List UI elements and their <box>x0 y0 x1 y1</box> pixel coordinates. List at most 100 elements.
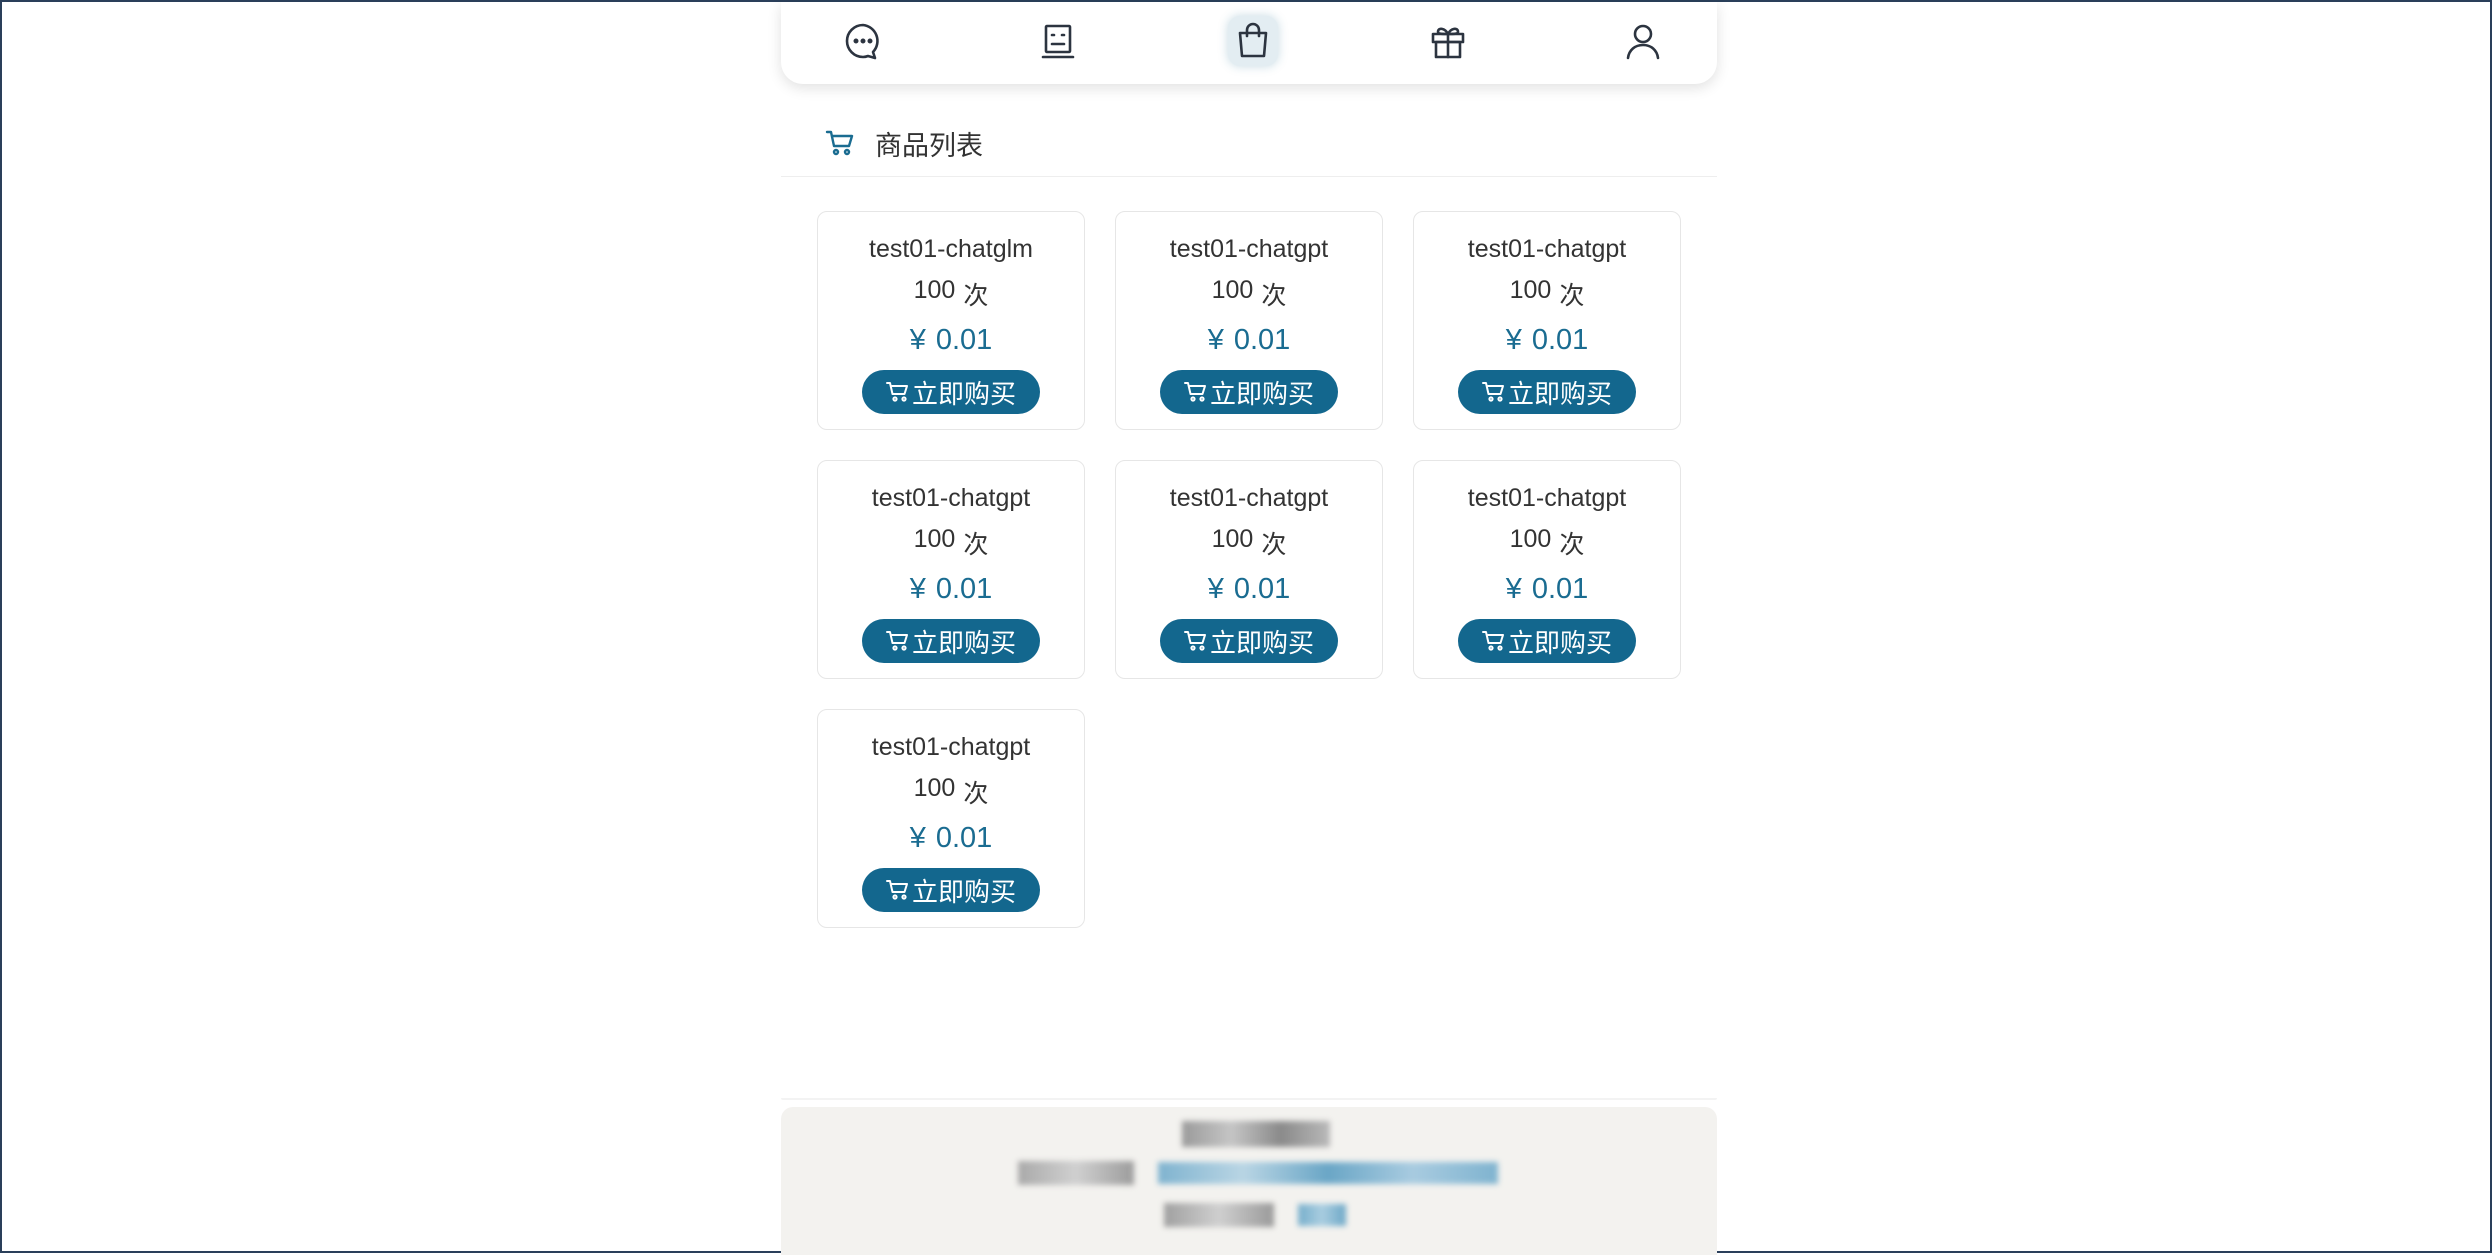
product-card: test01-chatgpt 100 次 ¥0.01 立即购买 <box>1115 211 1383 430</box>
currency-symbol: ¥ <box>1505 324 1522 356</box>
product-count: 100 次 <box>914 774 989 810</box>
product-price: ¥0.01 <box>1506 324 1589 357</box>
buy-now-label: 立即购买 <box>911 378 1016 409</box>
price-value: 0.01 <box>1531 573 1589 605</box>
product-price: ¥0.01 <box>1208 573 1291 606</box>
price-value: 0.01 <box>1531 324 1589 356</box>
buy-now-label: 立即购买 <box>1209 627 1314 658</box>
currency-symbol: ¥ <box>909 822 926 854</box>
product-name: test01-chatgpt <box>1169 484 1329 512</box>
gift-icon <box>1431 27 1465 59</box>
product-count-value: 100 <box>1211 276 1254 304</box>
nav-gift[interactable] <box>1423 16 1473 66</box>
buy-now-button[interactable]: 立即购买 <box>1160 619 1338 663</box>
product-card: test01-chatgpt 100 次 ¥0.01 立即购买 <box>1115 460 1383 679</box>
buy-now-label: 立即购买 <box>911 876 1016 907</box>
product-price: ¥0.01 <box>910 822 993 855</box>
product-card: test01-chatgpt 100 次 ¥0.01 立即购买 <box>817 709 1085 928</box>
product-card: test01-chatgpt 100 次 ¥0.01 立即购买 <box>817 460 1085 679</box>
nav-shop[interactable] <box>1228 16 1278 66</box>
product-count-unit: 次 <box>963 780 989 808</box>
product-count: 100 次 <box>914 525 989 561</box>
product-count-unit: 次 <box>963 282 989 310</box>
product-name: test01-chatgpt <box>1169 235 1329 263</box>
product-count-value: 100 <box>1509 276 1552 304</box>
product-name: test01-chatgpt <box>871 733 1031 761</box>
product-count-value: 100 <box>1211 525 1254 553</box>
product-count-unit: 次 <box>963 531 989 559</box>
shopping-cart-icon <box>825 128 855 158</box>
chat-bubble-icon <box>845 23 879 60</box>
product-price: ¥0.01 <box>1208 324 1291 357</box>
currency-symbol: ¥ <box>1207 573 1224 605</box>
product-price: ¥0.01 <box>1506 573 1589 606</box>
footer-line-1 <box>1170 1121 1330 1147</box>
footer-redacted-link[interactable] <box>1298 1204 1346 1226</box>
product-count: 100 次 <box>1212 525 1287 561</box>
product-card: test01-chatgpt 100 次 ¥0.01 立即购买 <box>1413 460 1681 679</box>
product-price: ¥0.01 <box>910 324 993 357</box>
user-icon <box>1626 24 1660 60</box>
footer-line-3 <box>1164 1203 1358 1227</box>
price-value: 0.01 <box>935 822 993 854</box>
robot-face-icon <box>1041 24 1075 59</box>
shopping-bag-icon <box>1238 22 1268 58</box>
shopping-cart-icon <box>1183 631 1206 651</box>
product-count-value: 100 <box>1509 525 1552 553</box>
buy-now-button[interactable]: 立即购买 <box>862 370 1040 414</box>
buy-now-label: 立即购买 <box>1507 378 1612 409</box>
product-name: test01-chatgpt <box>1467 235 1627 263</box>
shopping-cart-icon <box>1481 631 1504 651</box>
footer-redacted-label <box>1018 1161 1134 1185</box>
product-name: test01-chatglm <box>869 235 1033 263</box>
shopping-cart-icon <box>1183 382 1206 402</box>
price-value: 0.01 <box>935 324 993 356</box>
nav-chat[interactable] <box>838 16 888 66</box>
top-navbar <box>781 2 1717 84</box>
product-grid: test01-chatglm 100 次 ¥0.01 立即购买 test01-ch… <box>817 211 1681 928</box>
content-bottom-edge <box>781 1098 1717 1100</box>
currency-symbol: ¥ <box>909 324 926 356</box>
currency-symbol: ¥ <box>909 573 926 605</box>
buy-now-label: 立即购买 <box>911 627 1016 658</box>
product-count-unit: 次 <box>1559 531 1585 559</box>
buy-now-label: 立即购买 <box>1507 627 1612 658</box>
section-header: 商品列表 <box>781 110 1717 177</box>
product-count-unit: 次 <box>1261 282 1287 310</box>
product-count-value: 100 <box>913 774 956 802</box>
product-name: test01-chatgpt <box>1467 484 1627 512</box>
product-count: 100 次 <box>1510 276 1585 312</box>
footer-line-2 <box>1018 1161 1510 1185</box>
shopping-cart-icon <box>885 880 908 900</box>
section-title: 商品列表 <box>875 130 983 161</box>
product-count-value: 100 <box>913 525 956 553</box>
shopping-cart-icon <box>885 631 908 651</box>
buy-now-button[interactable]: 立即购买 <box>862 619 1040 663</box>
product-count-value: 100 <box>913 276 956 304</box>
shopping-cart-icon <box>1481 382 1504 402</box>
product-count-unit: 次 <box>1261 531 1287 559</box>
product-name: test01-chatgpt <box>871 484 1031 512</box>
currency-symbol: ¥ <box>1207 324 1224 356</box>
price-value: 0.01 <box>1233 573 1291 605</box>
buy-now-button[interactable]: 立即购买 <box>862 868 1040 912</box>
price-value: 0.01 <box>935 573 993 605</box>
product-price: ¥0.01 <box>910 573 993 606</box>
product-card: test01-chatgpt 100 次 ¥0.01 立即购买 <box>1413 211 1681 430</box>
buy-now-label: 立即购买 <box>1209 378 1314 409</box>
product-count-unit: 次 <box>1559 282 1585 310</box>
nav-user[interactable] <box>1618 16 1668 66</box>
footer-redacted-block <box>1182 1121 1330 1147</box>
buy-now-button[interactable]: 立即购买 <box>1458 370 1636 414</box>
currency-symbol: ¥ <box>1505 573 1522 605</box>
app-frame: 商品列表 test01-chatglm 100 次 ¥0.01 立即购买 test… <box>2 2 2492 1255</box>
product-count: 100 次 <box>1510 525 1585 561</box>
product-count: 100 次 <box>914 276 989 312</box>
buy-now-button[interactable]: 立即购买 <box>1458 619 1636 663</box>
footer-redacted-label <box>1164 1203 1274 1227</box>
buy-now-button[interactable]: 立即购买 <box>1160 370 1338 414</box>
footer-redacted-link[interactable] <box>1158 1162 1498 1184</box>
price-value: 0.01 <box>1233 324 1291 356</box>
footer <box>781 1107 1717 1255</box>
nav-robot[interactable] <box>1033 16 1083 66</box>
